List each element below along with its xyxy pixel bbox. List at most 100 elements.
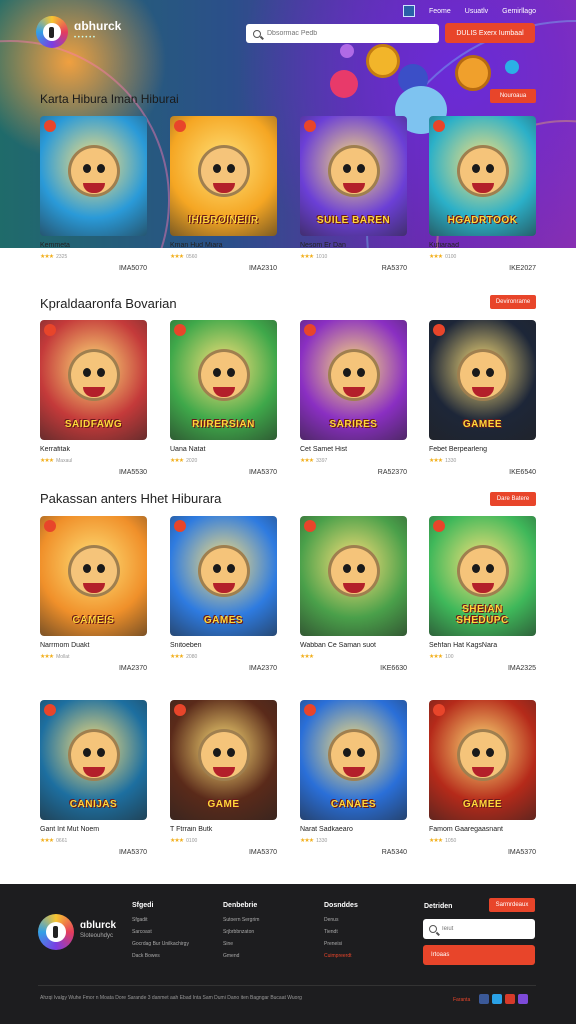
game-title[interactable]: Febet Berpearleng xyxy=(429,446,536,455)
newsletter-submit-button[interactable]: Irtoaas xyxy=(423,945,535,965)
star-rating-icon: ★★★ xyxy=(300,838,314,844)
game-thumbnail[interactable]: GAMEE xyxy=(429,700,536,820)
game-thumbnail[interactable]: CAMEIS xyxy=(40,516,147,636)
game-title[interactable]: Gant Int Mut Noem xyxy=(40,826,147,835)
game-card[interactable]: RIIRERSIAN Uana Natat ★★★ 2020 IMA5370 xyxy=(170,320,277,476)
search-bar[interactable] xyxy=(246,24,439,43)
hot-badge-icon xyxy=(304,704,316,716)
see-all-button[interactable]: Devironrame xyxy=(490,295,536,309)
social-links xyxy=(479,994,528,1004)
game-thumbnail[interactable]: RIIRERSIAN xyxy=(170,320,277,440)
game-card[interactable]: SHEIAN SHEDUPC Sehfan Hat KagsNara ★★★ 100 I… xyxy=(429,516,536,672)
footer-link[interactable]: Denus xyxy=(324,917,358,923)
footer-link[interactable]: Gmend xyxy=(223,953,259,959)
game-card[interactable]: CAMEIS Narrmom Duakt ★★★ Mollat IMA2370 xyxy=(40,516,147,672)
game-card[interactable]: HGADRTOOK Kutiaraad ★★★ 0100 IKE2027 xyxy=(429,116,536,272)
game-card[interactable]: SARIRES Cet Samet Hist ★★★ 3397 RA52370 xyxy=(300,320,407,476)
game-card[interactable]: CANIJAS Gant Int Mut Noem ★★★ 0661 IMA5370 xyxy=(40,700,147,856)
flag-icon[interactable] xyxy=(403,5,415,17)
game-card[interactable]: GAME T Ftrrain Butk ★★★ 0100 IMA5370 xyxy=(170,700,277,856)
footer-brand-tagline: Sloteouhdyc xyxy=(80,933,114,939)
hot-badge-icon xyxy=(433,704,445,716)
cta-button[interactable]: DULIS Exerx Iumbaal xyxy=(445,23,535,43)
hot-badge-icon xyxy=(174,520,186,532)
footer-link[interactable]: Sutoern Sergrim xyxy=(223,917,259,923)
footer-link[interactable]: Sfgadit xyxy=(132,917,189,923)
footer-column-title: Denbebrie xyxy=(223,902,258,909)
game-thumbnail[interactable]: GAMEE xyxy=(429,320,536,440)
game-thumbnail[interactable]: HGADRTOOK xyxy=(429,116,536,236)
search-input[interactable] xyxy=(267,30,427,37)
game-card[interactable]: Kemmeta ★★★ 2325 IMA5070 xyxy=(40,116,147,272)
search-icon[interactable] xyxy=(253,29,261,38)
game-card[interactable]: SAIDFAWG Kerrafitak ★★★ Maxaul IMA5530 xyxy=(40,320,147,476)
footer-column: Dosnddes Denus Tiendt Preneisi Cuimpreer… xyxy=(324,902,358,965)
footer-link[interactable]: Sarcoast xyxy=(132,929,189,935)
game-card[interactable]: IHIBROINEIIR Kman Hud Miara ★★★ 0560 IMA2310 xyxy=(170,116,277,272)
game-thumbnail[interactable]: IHIBROINEIIR xyxy=(170,116,277,236)
game-title[interactable]: Famom Gaaregaasnant xyxy=(429,826,536,835)
game-thumbnail[interactable]: SAIDFAWG xyxy=(40,320,147,440)
footer-logo[interactable] xyxy=(38,914,74,950)
see-all-button[interactable]: Dare Batere xyxy=(490,492,536,506)
game-title[interactable]: Kemmeta xyxy=(40,242,147,251)
newsletter-top-button[interactable]: Sarmrdeaux xyxy=(489,898,535,912)
footer-link[interactable]: Preneisi xyxy=(324,941,358,947)
rating-row: ★★★ 3397 xyxy=(300,457,407,465)
rating-row: ★★★ Maxaul xyxy=(40,457,147,465)
game-card[interactable]: CANAES Narat Sadkaearo ★★★ 1330 RA5340 xyxy=(300,700,407,856)
star-rating-icon: ★★★ xyxy=(300,654,314,660)
game-title[interactable]: Wabban Ce Saman suot xyxy=(300,642,407,651)
facebook-icon[interactable] xyxy=(479,994,489,1004)
hot-badge-icon xyxy=(44,120,56,132)
game-price: IMA5370 xyxy=(248,849,277,856)
twitter-icon[interactable] xyxy=(492,994,502,1004)
game-title[interactable]: Narat Sadkaearo xyxy=(300,826,407,835)
footer-link[interactable]: Dack Bowes xyxy=(132,953,189,959)
footer-link[interactable]: Tiendt xyxy=(324,929,358,935)
game-title[interactable]: Uana Natat xyxy=(170,446,277,455)
game-thumbnail[interactable]: GAMES xyxy=(170,516,277,636)
game-art-label: CANAES xyxy=(330,799,377,810)
game-title[interactable]: Snitoeben xyxy=(170,642,277,651)
instagram-icon[interactable] xyxy=(518,994,528,1004)
game-title[interactable]: Sehfan Hat KagsNara xyxy=(429,642,536,651)
nav-link[interactable]: Gemirllago xyxy=(502,8,536,15)
see-all-button[interactable]: Nouroaua xyxy=(490,89,536,103)
game-title[interactable]: Narrmom Duakt xyxy=(40,642,147,651)
game-thumbnail[interactable]: SUILE BAREN xyxy=(300,116,407,236)
game-title[interactable]: Nesom Er Dan xyxy=(300,242,407,251)
footer-link[interactable]: Cuimpreerdt xyxy=(324,953,358,959)
footer-link[interactable]: Gocrdag Bur Unilkachirgy xyxy=(132,941,189,947)
game-title[interactable]: Kutiaraad xyxy=(429,242,536,251)
game-thumbnail[interactable] xyxy=(300,516,407,636)
game-thumbnail[interactable]: SARIRES xyxy=(300,320,407,440)
hot-badge-icon xyxy=(174,324,186,336)
game-price: IMA5370 xyxy=(118,849,147,856)
youtube-icon[interactable] xyxy=(505,994,515,1004)
game-title[interactable]: Cet Samet Hist xyxy=(300,446,407,455)
newsletter-field[interactable] xyxy=(423,919,535,939)
top-navigation: Feome Usuatlv Gemirllago xyxy=(403,5,536,17)
game-thumbnail[interactable] xyxy=(40,116,147,236)
newsletter-input[interactable] xyxy=(442,926,532,932)
game-card[interactable]: GAMEE Famom Gaaregaasnant ★★★ 1050 IMA5370 xyxy=(429,700,536,856)
game-thumbnail[interactable]: CANIJAS xyxy=(40,700,147,820)
game-art-label: SARIRES xyxy=(329,419,378,430)
game-title[interactable]: Kerrafitak xyxy=(40,446,147,455)
star-rating-icon: ★★★ xyxy=(300,458,314,464)
game-card[interactable]: GAMES Snitoeben ★★★ 2080 IMA2370 xyxy=(170,516,277,672)
site-logo[interactable]: ɑbhurck • • • • • • xyxy=(36,16,121,48)
nav-link[interactable]: Usuatlv xyxy=(465,8,488,15)
game-title[interactable]: Kman Hud Miara xyxy=(170,242,277,251)
footer-link[interactable]: Sine xyxy=(223,941,259,947)
footer-link[interactable]: Srjbrbbnzaton xyxy=(223,929,259,935)
game-card[interactable]: Wabban Ce Saman suot ★★★ IKE6630 xyxy=(300,516,407,672)
game-thumbnail[interactable]: CANAES xyxy=(300,700,407,820)
game-title[interactable]: T Ftrrain Butk xyxy=(170,826,277,835)
game-thumbnail[interactable]: SHEIAN SHEDUPC xyxy=(429,516,536,636)
game-card[interactable]: SUILE BAREN Nesom Er Dan ★★★ 1010 RA5370 xyxy=(300,116,407,272)
nav-link[interactable]: Feome xyxy=(429,8,451,15)
game-thumbnail[interactable]: GAME xyxy=(170,700,277,820)
game-card[interactable]: GAMEE Febet Berpearleng ★★★ 1330 IKE6540 xyxy=(429,320,536,476)
